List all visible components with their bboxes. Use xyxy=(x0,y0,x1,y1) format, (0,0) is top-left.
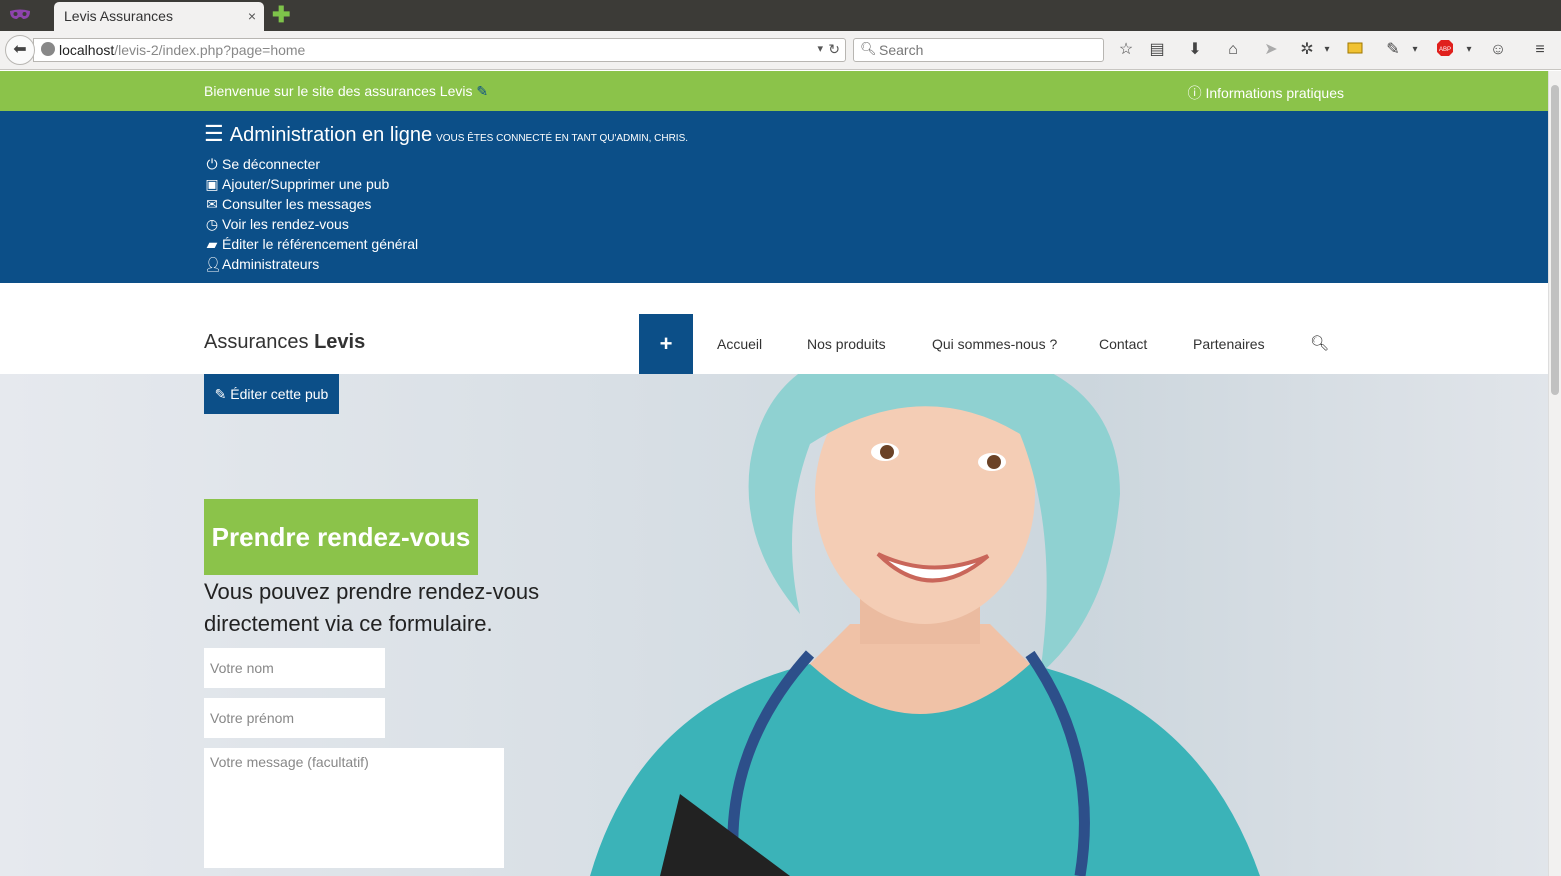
url-text[interactable]: localhost/levis-2/index.php?page=home xyxy=(59,42,305,58)
url-bar[interactable]: localhost/levis-2/index.php?page=home ▾ … xyxy=(33,38,846,62)
admin-menu-label: Éditer le référencement général xyxy=(222,236,419,252)
admin-menu-item-logout[interactable]: ⏻ Se déconnecter xyxy=(204,154,418,174)
admin-menu-label: Se déconnecter xyxy=(222,156,321,172)
search-placeholder: Search xyxy=(879,42,924,58)
search-icon: 🔍︎ xyxy=(860,41,877,56)
pencil-icon: ✎ xyxy=(214,386,227,402)
new-tab-icon[interactable]: ✚ xyxy=(272,4,290,26)
brand-bold: Levis xyxy=(314,331,366,353)
message-textarea[interactable] xyxy=(204,748,504,868)
share-icon[interactable]: ➤ xyxy=(1260,39,1282,61)
reload-icon[interactable]: ↻ xyxy=(828,41,840,58)
site-identity-icon[interactable] xyxy=(41,42,55,56)
nav-item-partenaires[interactable]: Partenaires xyxy=(1193,336,1265,352)
web-page: Bienvenue sur le site des assurances Lev… xyxy=(0,71,1548,876)
info-icon: ⓘ xyxy=(1187,85,1202,101)
nav-item-qui-sommes-nous[interactable]: Qui sommes-nous ? xyxy=(932,336,1057,352)
nav-item-accueil[interactable]: Accueil xyxy=(717,336,762,352)
pencil-icon[interactable]: ✎ xyxy=(476,83,488,99)
back-arrow-icon: ⬅ xyxy=(13,41,27,58)
reading-list-icon[interactable]: ▤ xyxy=(1146,39,1168,61)
private-browsing-mask-icon xyxy=(8,6,32,24)
scrollbar-thumb[interactable] xyxy=(1551,85,1559,395)
search-icon[interactable]: 🔍︎ xyxy=(1310,334,1329,352)
welcome-text: Bienvenue sur le site des assurances Lev… xyxy=(204,83,488,100)
admin-panel: ☰ Administration en ligne Vous êtes connec… xyxy=(0,111,1548,283)
url-host: localhost xyxy=(59,42,115,58)
chat-icon[interactable]: ☺ xyxy=(1487,39,1509,61)
tab-close-icon[interactable]: × xyxy=(248,8,256,24)
pen-dropdown-icon[interactable]: ▾ xyxy=(1404,39,1426,61)
screenshot-icon[interactable] xyxy=(1344,39,1366,61)
admin-menu-item-appointments[interactable]: ◷ Voir les rendez-vous xyxy=(204,214,418,234)
url-path: /levis-2/index.php?page=home xyxy=(114,42,306,58)
svg-text:ABP: ABP xyxy=(1439,47,1451,53)
name-input[interactable] xyxy=(204,648,385,688)
bookmark-star-icon[interactable]: ☆ xyxy=(1115,39,1137,61)
extension-icon[interactable]: ✲ xyxy=(1296,39,1318,61)
brand-regular: Assurances xyxy=(204,331,309,353)
plus-menu-button[interactable]: + xyxy=(639,314,693,374)
appointment-title: Prendre rendez-vous xyxy=(204,499,478,575)
admin-menu-label: Consulter les messages xyxy=(222,196,372,212)
site-logo[interactable]: Assurances Levis xyxy=(204,331,365,354)
practical-info-link[interactable]: ⓘ Informations pratiques xyxy=(1188,83,1344,103)
admin-menu-item-messages[interactable]: ✉ Consulter les messages xyxy=(204,194,418,214)
extension-dropdown-icon[interactable]: ▾ xyxy=(1316,39,1338,61)
user-icon: 👤︎ xyxy=(204,256,222,272)
envelope-icon: ✉ xyxy=(206,196,218,212)
menu-icon[interactable]: ≡ xyxy=(1529,39,1551,61)
download-icon[interactable]: ⬇ xyxy=(1184,39,1206,61)
clock-icon: ◷ xyxy=(205,216,219,232)
browser-tab-active[interactable]: Levis Assurances × xyxy=(54,2,264,31)
url-history-dropdown-icon[interactable]: ▾ xyxy=(817,42,823,55)
nav-item-nos-produits[interactable]: Nos produits xyxy=(807,336,886,352)
admin-menu: ⏻ Se déconnecter ▣ Ajouter/Supprimer une p… xyxy=(204,154,418,274)
browser-tab-strip: Levis Assurances × ✚ xyxy=(0,0,1561,31)
adblock-icon[interactable]: ABP xyxy=(1434,39,1456,61)
welcome-label: Bienvenue sur le site des assurances Lev… xyxy=(204,83,473,99)
edit-ad-label: Éditer cette pub xyxy=(230,386,329,402)
ad-icon: ▣ xyxy=(205,176,219,192)
admin-menu-label: Voir les rendez-vous xyxy=(222,216,349,232)
hero-banner: ✎ Éditer cette pub Prendre rendez-vous V… xyxy=(0,374,1548,876)
top-info-bar: Bienvenue sur le site des assurances Lev… xyxy=(0,71,1548,111)
nav-item-contact[interactable]: Contact xyxy=(1099,336,1147,352)
back-button[interactable]: ⬅ xyxy=(5,35,35,65)
admin-menu-item-admins[interactable]: 👤︎Administrateurs xyxy=(204,254,418,274)
site-header: Assurances Levis + Accueil Nos produits … xyxy=(0,283,1548,374)
hamburger-icon[interactable]: ☰ xyxy=(204,121,224,146)
admin-menu-label: Administrateurs xyxy=(222,256,320,272)
edit-ad-button[interactable]: ✎ Éditer cette pub xyxy=(204,374,339,414)
page-scrollbar[interactable] xyxy=(1548,71,1561,876)
admin-title-label: Administration en ligne xyxy=(229,124,433,146)
nurse-photo xyxy=(590,374,1260,876)
browser-navigation-bar: localhost/levis-2/index.php?page=home ▾ … xyxy=(0,31,1561,70)
firstname-input[interactable] xyxy=(204,698,385,738)
pen-icon[interactable]: ✎ xyxy=(1382,39,1404,61)
connected-as-text: Vous êtes connecté en tant qu'admin, Chr… xyxy=(436,133,689,144)
power-icon: ⏻ xyxy=(206,156,218,172)
tab-title: Levis Assurances xyxy=(64,8,173,24)
admin-menu-label: Ajouter/Supprimer une pub xyxy=(222,176,390,192)
browser-search-field[interactable]: 🔍︎ Search xyxy=(853,38,1104,62)
admin-menu-item-seo[interactable]: ▰ Éditer le référencement général xyxy=(204,234,419,254)
briefcase-icon: ▰ xyxy=(206,236,218,252)
admin-menu-item-ads[interactable]: ▣ Ajouter/Supprimer une pub xyxy=(204,174,418,194)
appointment-description: Vous pouvez prendre rendez-vous directem… xyxy=(204,579,540,636)
admin-title: ☰ Administration en ligne Vous êtes connec… xyxy=(204,121,688,147)
home-icon[interactable]: ⌂ xyxy=(1222,39,1244,61)
practical-info-label: Informations pratiques xyxy=(1205,85,1344,101)
adblock-dropdown-icon[interactable]: ▾ xyxy=(1458,39,1480,61)
